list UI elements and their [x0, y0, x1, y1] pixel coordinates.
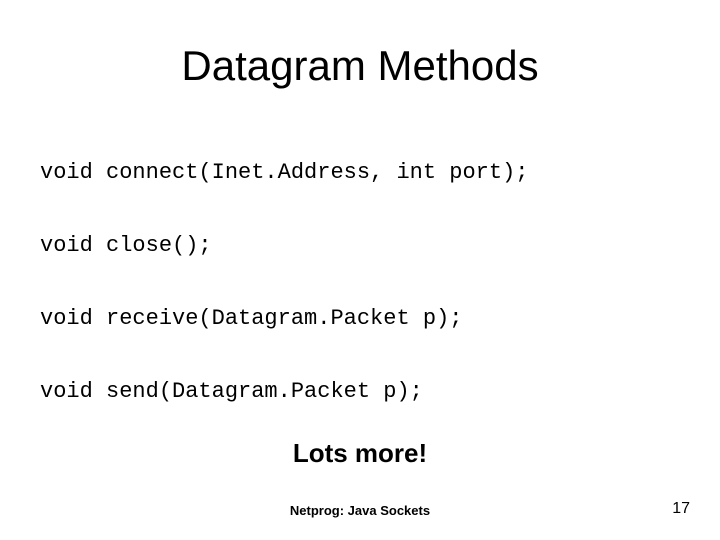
- footer-text: Netprog: Java Sockets: [0, 503, 720, 518]
- code-line: void connect(Inet.Address, int port);: [40, 160, 680, 185]
- code-block: void connect(Inet.Address, int port); vo…: [40, 160, 680, 452]
- slide: Datagram Methods void connect(Inet.Addre…: [0, 0, 720, 540]
- page-number: 17: [672, 500, 690, 518]
- code-line: void send(Datagram.Packet p);: [40, 379, 680, 404]
- code-line: void close();: [40, 233, 680, 258]
- slide-title: Datagram Methods: [0, 42, 720, 90]
- code-line: void receive(Datagram.Packet p);: [40, 306, 680, 331]
- lots-more-text: Lots more!: [0, 438, 720, 469]
